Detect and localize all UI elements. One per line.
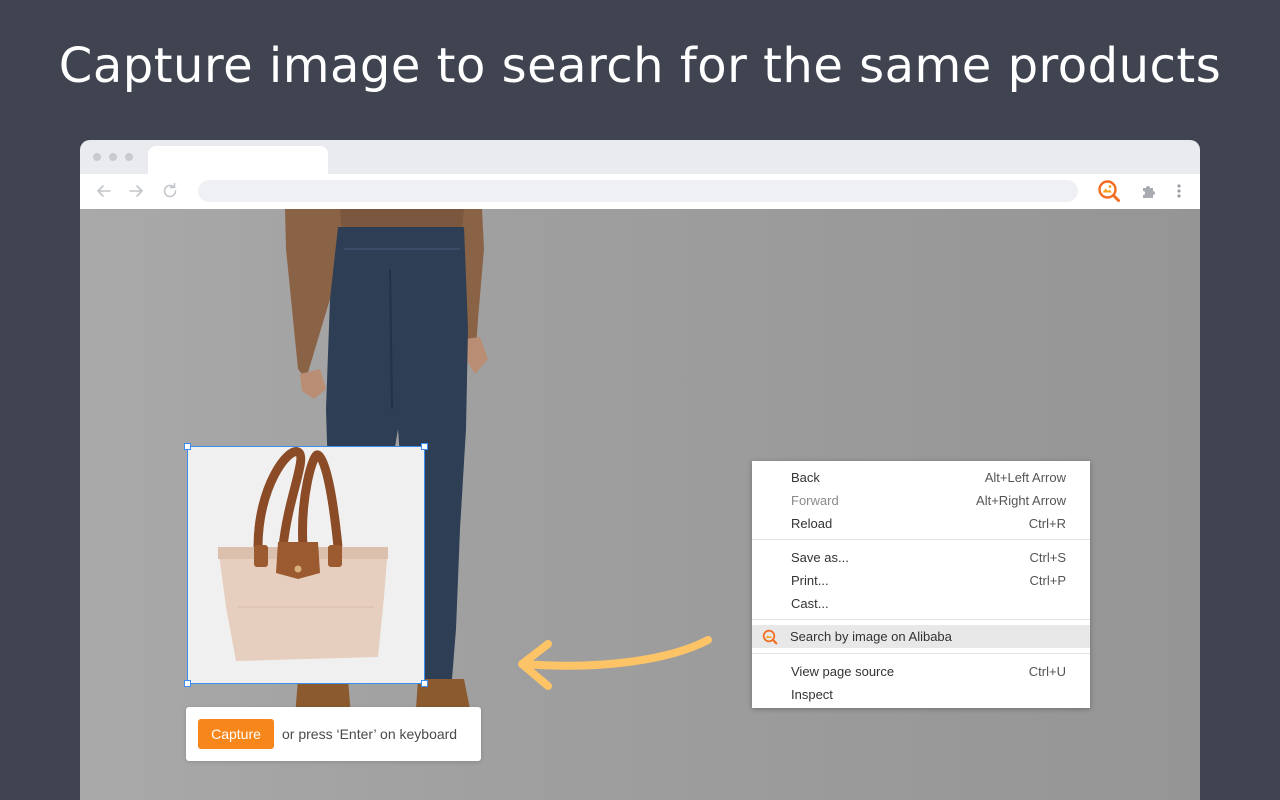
page-viewport: Capture or press ‘Enter’ on keyboard Bac… xyxy=(80,209,1200,800)
menu-item-view-source[interactable]: View page source Ctrl+U xyxy=(752,660,1090,683)
capture-toolbar: Capture or press ‘Enter’ on keyboard xyxy=(186,707,481,761)
menu-item-label: Forward xyxy=(791,493,839,508)
arrow-right-icon[interactable] xyxy=(126,181,146,201)
menu-item-label: Save as... xyxy=(791,550,849,565)
menu-item-reload[interactable]: Reload Ctrl+R xyxy=(752,512,1090,535)
pointer-arrow xyxy=(518,636,712,690)
address-bar[interactable] xyxy=(198,180,1078,202)
window-dot xyxy=(93,153,101,161)
browser-toolbar xyxy=(80,174,1200,210)
menu-item-label: Search by image on Alibaba xyxy=(790,629,952,644)
arrow-left-icon[interactable] xyxy=(94,181,114,201)
menu-item-forward[interactable]: Forward Alt+Right Arrow xyxy=(752,489,1090,512)
menu-item-shortcut: Ctrl+S xyxy=(1029,550,1066,565)
menu-separator xyxy=(752,653,1090,654)
browser-window: Capture or press ‘Enter’ on keyboard Bac… xyxy=(80,140,1200,800)
context-menu: Back Alt+Left Arrow Forward Alt+Right Ar… xyxy=(752,461,1090,708)
menu-item-label: Print... xyxy=(791,573,829,588)
handbag-image xyxy=(188,447,424,683)
menu-item-inspect[interactable]: Inspect xyxy=(752,683,1090,706)
selection-handle-top-left[interactable] xyxy=(184,443,191,450)
capture-button[interactable]: Capture xyxy=(198,719,274,749)
browser-tab[interactable] xyxy=(148,146,328,174)
menu-item-label: Inspect xyxy=(791,687,833,702)
puzzle-icon[interactable] xyxy=(1137,179,1161,203)
menu-item-label: View page source xyxy=(791,664,895,679)
menu-item-search-by-image[interactable]: Search by image on Alibaba xyxy=(752,625,1090,648)
menu-item-print[interactable]: Print... Ctrl+P xyxy=(752,569,1090,592)
kebab-menu-icon[interactable] xyxy=(1167,179,1191,203)
menu-item-shortcut: Ctrl+U xyxy=(1028,664,1066,679)
menu-separator xyxy=(752,619,1090,620)
menu-item-label: Back xyxy=(791,470,820,485)
capture-hint: or press ‘Enter’ on keyboard xyxy=(282,726,458,742)
menu-item-save-as[interactable]: Save as... Ctrl+S xyxy=(752,546,1090,569)
reload-icon[interactable] xyxy=(160,181,180,201)
menu-item-back[interactable]: Back Alt+Left Arrow xyxy=(752,466,1090,489)
selection-handle-bottom-right[interactable] xyxy=(421,680,428,687)
menu-separator xyxy=(752,539,1090,540)
image-search-icon[interactable] xyxy=(1097,179,1121,203)
selection-handle-top-right[interactable] xyxy=(421,443,428,450)
menu-item-shortcut: Ctrl+R xyxy=(1028,516,1066,531)
menu-item-shortcut: Ctrl+P xyxy=(1029,573,1066,588)
window-dot xyxy=(125,153,133,161)
menu-item-label: Cast... xyxy=(791,596,829,611)
menu-item-shortcut: Alt+Right Arrow xyxy=(976,493,1066,508)
menu-item-cast[interactable]: Cast... xyxy=(752,592,1090,615)
menu-item-label: Reload xyxy=(791,516,833,531)
selection-handle-bottom-left[interactable] xyxy=(184,680,191,687)
window-dot xyxy=(109,153,117,161)
image-search-icon xyxy=(762,629,778,648)
capture-selection-box[interactable] xyxy=(184,443,428,687)
tab-strip xyxy=(80,140,1200,174)
menu-item-shortcut: Alt+Left Arrow xyxy=(984,470,1066,485)
headline: Capture image to search for the same pro… xyxy=(58,38,1222,94)
